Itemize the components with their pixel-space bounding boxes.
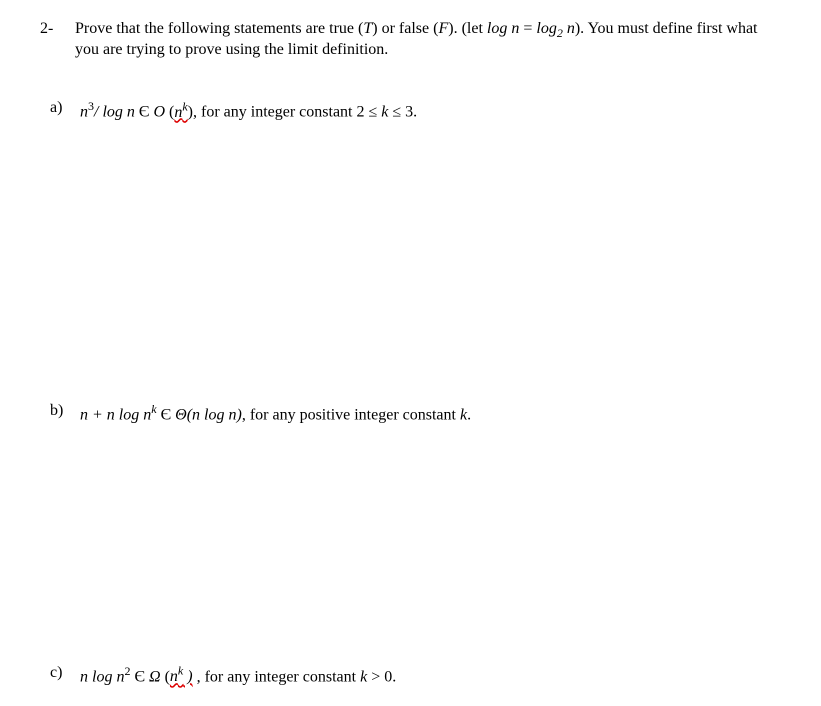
q-log2n-after: n [563, 20, 575, 37]
part-a: a) n3/ log n Є O (nk), for any integer c… [50, 99, 781, 121]
q-text-3: ). (let [448, 20, 487, 37]
part-c-text: n log n2 Є Ω (nk ) , for any integer con… [80, 664, 781, 686]
question-number: 2- [40, 20, 75, 59]
b-expr2: (n log n) [187, 406, 242, 423]
a-text2: ≤ 3. [388, 104, 417, 121]
c-nk-close: ) [183, 668, 192, 685]
c-text2: > 0. [367, 668, 396, 685]
part-b-text: n + n log nk Є Θ(n log n), for any posit… [80, 402, 781, 424]
c-text: , for any integer constant [193, 668, 361, 685]
q-T: T [363, 20, 372, 37]
c-paren-open: ( [161, 668, 170, 685]
c-omega: Ω [149, 668, 161, 685]
b-in: Є [157, 406, 176, 423]
c-expr1: n log n [80, 668, 124, 685]
part-a-text: n3/ log n Є O (nk), for any integer cons… [80, 99, 781, 121]
a-text: , for any integer constant 2 ≤ [193, 104, 381, 121]
c-nk-n: n [170, 668, 178, 685]
a-nk: nk [174, 104, 187, 121]
a-paren-open: ( [165, 104, 174, 121]
c-nk: nk ) [170, 668, 193, 685]
b-theta: Θ [175, 406, 187, 423]
a-in: Є [139, 104, 150, 121]
q-log2n: log [536, 20, 556, 37]
part-b-label: b) [50, 402, 80, 424]
question-header: 2- Prove that the following statements a… [40, 20, 781, 59]
q-text-1: Prove that the following statements are … [75, 20, 363, 37]
q-F: F [438, 20, 448, 37]
question-text: Prove that the following statements are … [75, 20, 781, 59]
part-a-label: a) [50, 99, 80, 121]
part-c-label: c) [50, 664, 80, 686]
a-O: O [153, 104, 165, 121]
b-text: , for any positive integer constant [242, 406, 460, 423]
part-c: c) n log n2 Є Ω (nk ) , for any integer … [50, 664, 781, 686]
b-period: . [467, 406, 471, 423]
q-text-2: ) or false ( [372, 20, 438, 37]
c-in: Є [130, 668, 149, 685]
a-mid: / log n [94, 104, 139, 121]
a-n: n [80, 104, 88, 121]
q-logn: log n [487, 20, 519, 37]
b-expr1: n + n log n [80, 406, 151, 423]
q-eq: = [519, 20, 536, 37]
part-b: b) n + n log nk Є Θ(n log n), for any po… [50, 402, 781, 424]
